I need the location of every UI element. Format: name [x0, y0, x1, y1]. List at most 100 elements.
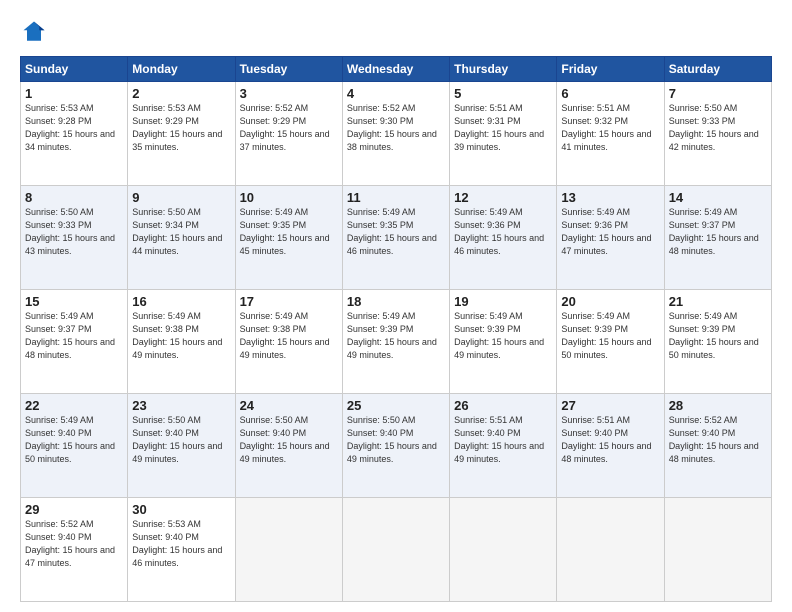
calendar-cell: 26 Sunrise: 5:51 AMSunset: 9:40 PMDaylig…	[450, 394, 557, 498]
day-info: Sunrise: 5:49 AMSunset: 9:36 PMDaylight:…	[561, 207, 651, 256]
calendar-cell: 2 Sunrise: 5:53 AMSunset: 9:29 PMDayligh…	[128, 82, 235, 186]
day-info: Sunrise: 5:52 AMSunset: 9:29 PMDaylight:…	[240, 103, 330, 152]
calendar-table: SundayMondayTuesdayWednesdayThursdayFrid…	[20, 56, 772, 602]
day-number: 2	[132, 86, 230, 101]
calendar-cell: 5 Sunrise: 5:51 AMSunset: 9:31 PMDayligh…	[450, 82, 557, 186]
calendar-cell: 23 Sunrise: 5:50 AMSunset: 9:40 PMDaylig…	[128, 394, 235, 498]
day-info: Sunrise: 5:49 AMSunset: 9:37 PMDaylight:…	[25, 311, 115, 360]
day-number: 27	[561, 398, 659, 413]
calendar-cell: 16 Sunrise: 5:49 AMSunset: 9:38 PMDaylig…	[128, 290, 235, 394]
calendar-cell: 1 Sunrise: 5:53 AMSunset: 9:28 PMDayligh…	[21, 82, 128, 186]
calendar-week-row: 29 Sunrise: 5:52 AMSunset: 9:40 PMDaylig…	[21, 498, 772, 602]
calendar-cell: 13 Sunrise: 5:49 AMSunset: 9:36 PMDaylig…	[557, 186, 664, 290]
day-number: 8	[25, 190, 123, 205]
calendar-cell: 8 Sunrise: 5:50 AMSunset: 9:33 PMDayligh…	[21, 186, 128, 290]
calendar-header-row: SundayMondayTuesdayWednesdayThursdayFrid…	[21, 57, 772, 82]
day-number: 7	[669, 86, 767, 101]
day-number: 15	[25, 294, 123, 309]
day-info: Sunrise: 5:51 AMSunset: 9:40 PMDaylight:…	[561, 415, 651, 464]
day-info: Sunrise: 5:50 AMSunset: 9:40 PMDaylight:…	[347, 415, 437, 464]
day-number: 12	[454, 190, 552, 205]
day-number: 22	[25, 398, 123, 413]
logo-icon	[20, 18, 48, 46]
calendar-cell: 6 Sunrise: 5:51 AMSunset: 9:32 PMDayligh…	[557, 82, 664, 186]
day-info: Sunrise: 5:50 AMSunset: 9:33 PMDaylight:…	[25, 207, 115, 256]
day-info: Sunrise: 5:51 AMSunset: 9:32 PMDaylight:…	[561, 103, 651, 152]
calendar-cell: 10 Sunrise: 5:49 AMSunset: 9:35 PMDaylig…	[235, 186, 342, 290]
calendar-cell	[342, 498, 449, 602]
calendar-header-thursday: Thursday	[450, 57, 557, 82]
calendar-week-row: 8 Sunrise: 5:50 AMSunset: 9:33 PMDayligh…	[21, 186, 772, 290]
day-number: 28	[669, 398, 767, 413]
day-info: Sunrise: 5:49 AMSunset: 9:35 PMDaylight:…	[347, 207, 437, 256]
day-info: Sunrise: 5:49 AMSunset: 9:38 PMDaylight:…	[240, 311, 330, 360]
calendar-cell: 7 Sunrise: 5:50 AMSunset: 9:33 PMDayligh…	[664, 82, 771, 186]
day-info: Sunrise: 5:49 AMSunset: 9:40 PMDaylight:…	[25, 415, 115, 464]
logo	[20, 18, 52, 46]
day-number: 11	[347, 190, 445, 205]
calendar-header-saturday: Saturday	[664, 57, 771, 82]
day-info: Sunrise: 5:49 AMSunset: 9:35 PMDaylight:…	[240, 207, 330, 256]
page: SundayMondayTuesdayWednesdayThursdayFrid…	[0, 0, 792, 612]
calendar-header-friday: Friday	[557, 57, 664, 82]
day-info: Sunrise: 5:53 AMSunset: 9:28 PMDaylight:…	[25, 103, 115, 152]
day-number: 24	[240, 398, 338, 413]
day-info: Sunrise: 5:49 AMSunset: 9:39 PMDaylight:…	[454, 311, 544, 360]
day-number: 23	[132, 398, 230, 413]
calendar-cell	[664, 498, 771, 602]
calendar-cell	[235, 498, 342, 602]
calendar-cell: 4 Sunrise: 5:52 AMSunset: 9:30 PMDayligh…	[342, 82, 449, 186]
day-info: Sunrise: 5:49 AMSunset: 9:39 PMDaylight:…	[347, 311, 437, 360]
day-info: Sunrise: 5:51 AMSunset: 9:31 PMDaylight:…	[454, 103, 544, 152]
day-info: Sunrise: 5:53 AMSunset: 9:40 PMDaylight:…	[132, 519, 222, 568]
calendar-cell: 29 Sunrise: 5:52 AMSunset: 9:40 PMDaylig…	[21, 498, 128, 602]
day-info: Sunrise: 5:52 AMSunset: 9:30 PMDaylight:…	[347, 103, 437, 152]
day-number: 14	[669, 190, 767, 205]
calendar-header-wednesday: Wednesday	[342, 57, 449, 82]
top-bar	[20, 18, 772, 46]
day-number: 16	[132, 294, 230, 309]
day-number: 3	[240, 86, 338, 101]
day-info: Sunrise: 5:50 AMSunset: 9:33 PMDaylight:…	[669, 103, 759, 152]
day-info: Sunrise: 5:53 AMSunset: 9:29 PMDaylight:…	[132, 103, 222, 152]
calendar-cell: 25 Sunrise: 5:50 AMSunset: 9:40 PMDaylig…	[342, 394, 449, 498]
calendar-cell: 14 Sunrise: 5:49 AMSunset: 9:37 PMDaylig…	[664, 186, 771, 290]
calendar-cell: 20 Sunrise: 5:49 AMSunset: 9:39 PMDaylig…	[557, 290, 664, 394]
day-info: Sunrise: 5:50 AMSunset: 9:40 PMDaylight:…	[132, 415, 222, 464]
day-info: Sunrise: 5:49 AMSunset: 9:38 PMDaylight:…	[132, 311, 222, 360]
calendar-cell: 17 Sunrise: 5:49 AMSunset: 9:38 PMDaylig…	[235, 290, 342, 394]
day-number: 9	[132, 190, 230, 205]
calendar-cell: 28 Sunrise: 5:52 AMSunset: 9:40 PMDaylig…	[664, 394, 771, 498]
calendar-header-monday: Monday	[128, 57, 235, 82]
calendar-cell: 3 Sunrise: 5:52 AMSunset: 9:29 PMDayligh…	[235, 82, 342, 186]
day-number: 26	[454, 398, 552, 413]
day-number: 29	[25, 502, 123, 517]
day-number: 4	[347, 86, 445, 101]
calendar-cell: 18 Sunrise: 5:49 AMSunset: 9:39 PMDaylig…	[342, 290, 449, 394]
day-info: Sunrise: 5:52 AMSunset: 9:40 PMDaylight:…	[25, 519, 115, 568]
calendar-cell: 12 Sunrise: 5:49 AMSunset: 9:36 PMDaylig…	[450, 186, 557, 290]
calendar-cell: 19 Sunrise: 5:49 AMSunset: 9:39 PMDaylig…	[450, 290, 557, 394]
day-info: Sunrise: 5:49 AMSunset: 9:36 PMDaylight:…	[454, 207, 544, 256]
calendar-cell: 30 Sunrise: 5:53 AMSunset: 9:40 PMDaylig…	[128, 498, 235, 602]
calendar-cell: 11 Sunrise: 5:49 AMSunset: 9:35 PMDaylig…	[342, 186, 449, 290]
day-number: 6	[561, 86, 659, 101]
calendar-week-row: 1 Sunrise: 5:53 AMSunset: 9:28 PMDayligh…	[21, 82, 772, 186]
day-number: 21	[669, 294, 767, 309]
day-info: Sunrise: 5:51 AMSunset: 9:40 PMDaylight:…	[454, 415, 544, 464]
day-info: Sunrise: 5:49 AMSunset: 9:37 PMDaylight:…	[669, 207, 759, 256]
day-number: 13	[561, 190, 659, 205]
day-number: 25	[347, 398, 445, 413]
day-info: Sunrise: 5:49 AMSunset: 9:39 PMDaylight:…	[669, 311, 759, 360]
day-number: 1	[25, 86, 123, 101]
day-info: Sunrise: 5:49 AMSunset: 9:39 PMDaylight:…	[561, 311, 651, 360]
calendar-header-tuesday: Tuesday	[235, 57, 342, 82]
calendar-cell: 21 Sunrise: 5:49 AMSunset: 9:39 PMDaylig…	[664, 290, 771, 394]
calendar-cell	[450, 498, 557, 602]
day-number: 18	[347, 294, 445, 309]
day-info: Sunrise: 5:50 AMSunset: 9:40 PMDaylight:…	[240, 415, 330, 464]
calendar-cell	[557, 498, 664, 602]
day-info: Sunrise: 5:52 AMSunset: 9:40 PMDaylight:…	[669, 415, 759, 464]
day-number: 20	[561, 294, 659, 309]
day-number: 10	[240, 190, 338, 205]
